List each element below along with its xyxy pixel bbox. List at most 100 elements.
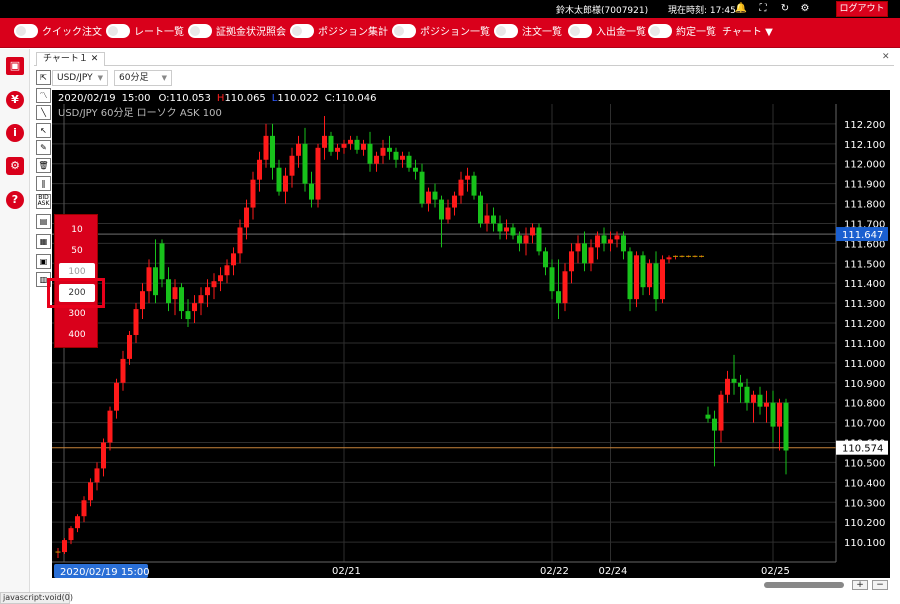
candle-body: [640, 255, 646, 288]
ohlc-date: 2020/02/19: [58, 93, 116, 104]
cursor-date-label: 2020/02/19 15:00: [60, 567, 150, 578]
candlestick-chart[interactable]: 112.200112.100112.000111.900111.800111.7…: [52, 90, 890, 578]
trash-icon[interactable]: 🗑: [36, 158, 51, 173]
logout-button[interactable]: ログアウト: [836, 1, 888, 17]
ohlc-open: 110.053: [170, 93, 211, 104]
save-icon[interactable]: ▣: [6, 57, 24, 75]
menu-deposit-list[interactable]: 入出金一覧: [568, 24, 646, 42]
toggle-icon[interactable]: [648, 24, 672, 38]
menu-execution-list[interactable]: 約定一覧: [648, 24, 716, 42]
yen-icon[interactable]: ¥: [6, 91, 24, 109]
gear-icon[interactable]: ⚙: [6, 157, 24, 175]
candle-body: [575, 243, 581, 252]
menu-order-list[interactable]: 注文一覧: [494, 24, 562, 42]
menu-label: ポジション集計: [318, 27, 388, 38]
toggle-icon[interactable]: [494, 24, 518, 38]
fullscreen-icon[interactable]: ⛶: [756, 2, 770, 16]
candle-body: [354, 139, 360, 150]
menu-rate-list[interactable]: レート一覧: [106, 24, 184, 42]
period-option-50[interactable]: 50: [59, 242, 95, 260]
candle-body: [783, 402, 789, 451]
chart-scrollbar[interactable]: + −: [52, 580, 892, 590]
candle-body: [705, 414, 711, 419]
toggle-icon[interactable]: [106, 24, 130, 38]
candle-body: [504, 227, 509, 232]
panel-close-icon[interactable]: ✕: [882, 52, 890, 62]
y-tick-label: 111.500: [844, 259, 885, 270]
y-tick-label: 111.800: [844, 200, 885, 211]
scroll-thumb[interactable]: [764, 582, 844, 588]
candle-body: [744, 386, 750, 403]
zoom-out-button[interactable]: −: [872, 580, 888, 590]
ohlc-high-label: H: [217, 93, 225, 104]
menu-margin-status[interactable]: 証拠金状況照会: [188, 24, 286, 42]
bell-icon[interactable]: 🔔: [734, 2, 748, 16]
candle-body: [510, 227, 516, 236]
pointer-icon[interactable]: ↖: [36, 123, 51, 138]
chart-type-icon[interactable]: 〽: [36, 88, 51, 103]
indicator-icon[interactable]: ‖: [36, 176, 51, 191]
toggle-icon[interactable]: [568, 24, 592, 38]
cursor-tool-icon[interactable]: ⇱: [36, 70, 51, 85]
info-icon[interactable]: i: [6, 124, 24, 142]
candle-body: [432, 191, 438, 200]
eraser-icon[interactable]: ✎: [36, 140, 51, 155]
toggle-icon[interactable]: [14, 24, 38, 38]
zoom-in-button[interactable]: +: [852, 580, 868, 590]
toggle-icon[interactable]: [290, 24, 314, 38]
top-bar: 鈴木太郎様(7007921) 現在時刻: 17:45 🔔 ⛶ ↻ ⚙ ログアウト: [0, 0, 900, 18]
timeframe-select[interactable]: 60分足 ▼: [114, 70, 172, 86]
clock: 現在時刻: 17:45: [668, 3, 736, 16]
chevron-down-icon: ▼: [765, 27, 773, 38]
tab-chart-1[interactable]: チャート１ ✕: [36, 52, 106, 66]
x-tick-label: 02/25: [761, 566, 790, 577]
help-icon[interactable]: ?: [6, 191, 24, 209]
menu-label: ポジション一覧: [420, 27, 490, 38]
candle-body: [107, 410, 113, 443]
chart-area[interactable]: 112.200 112.100 112.000 111.900 111.800 111.7…: [52, 90, 890, 578]
refresh-icon[interactable]: ↻: [778, 2, 792, 16]
y-tick-label: 111.300: [844, 299, 885, 310]
left-nav: ▣ ¥ i ⚙ ?: [0, 49, 30, 604]
ohlc-close-label: C:: [325, 93, 335, 104]
candle-body: [218, 275, 223, 282]
period-option-10[interactable]: 10: [59, 221, 95, 239]
candle-body: [764, 402, 769, 407]
menu-quick-order[interactable]: クイック注文: [14, 24, 102, 42]
candle-body: [270, 135, 275, 168]
currency-pair-select[interactable]: USD/JPY ▼: [52, 70, 108, 86]
table-icon[interactable]: ▤: [36, 214, 51, 229]
trendline-icon[interactable]: ╲: [36, 105, 51, 120]
screenshot-icon[interactable]: ▣: [36, 254, 51, 269]
ohlc-readout: 2020/02/19 15:00 O:110.053 H110.065 L110.022…: [58, 93, 376, 104]
highlight-box: [47, 278, 105, 308]
y-tick-label: 111.400: [844, 279, 885, 290]
candle-body: [445, 207, 451, 220]
toggle-icon[interactable]: [392, 24, 416, 38]
y-tick-label: 110.800: [844, 399, 885, 410]
x-tick-label: 02/21: [332, 566, 361, 577]
tab-close-icon[interactable]: ✕: [91, 54, 99, 64]
candle-body: [289, 155, 295, 176]
candle-body: [608, 239, 613, 244]
candle-body: [757, 394, 763, 407]
grid-icon[interactable]: ▦: [36, 234, 51, 249]
candle-body: [348, 139, 353, 144]
candle-body: [484, 215, 490, 224]
candle-body: [127, 334, 132, 359]
ohlc-open-label: O:: [158, 93, 169, 104]
candle-body: [283, 175, 288, 192]
menu-chart[interactable]: チャート ▼: [722, 24, 773, 42]
gear-icon[interactable]: ⚙: [798, 2, 812, 16]
menu-position-summary[interactable]: ポジション集計: [290, 24, 388, 42]
period-option-400[interactable]: 400: [59, 326, 95, 344]
candle-body: [146, 267, 152, 292]
menu-label: 注文一覧: [522, 27, 562, 38]
toggle-icon[interactable]: [188, 24, 212, 38]
bid-ask-icon[interactable]: BID ASK: [36, 194, 51, 209]
ohlc-high: 110.065: [224, 93, 265, 104]
candle-body: [777, 402, 782, 427]
menu-position-list[interactable]: ポジション一覧: [392, 24, 490, 42]
menu-label: レート一覧: [134, 27, 184, 38]
candle-body: [712, 418, 717, 431]
